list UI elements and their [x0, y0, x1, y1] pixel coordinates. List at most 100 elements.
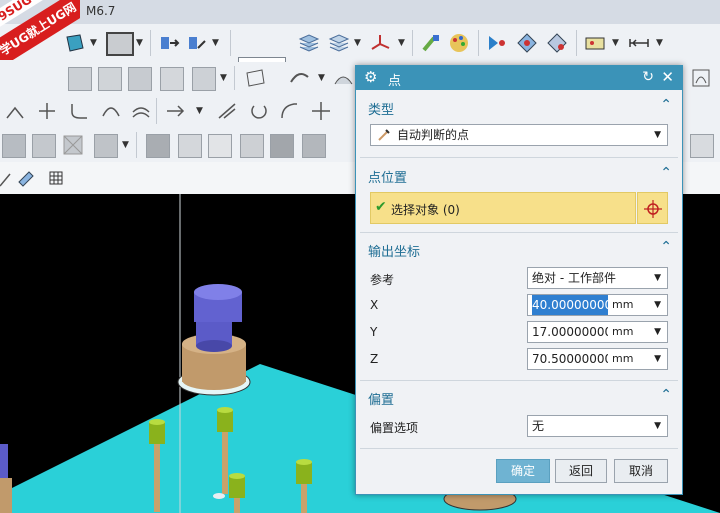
- chevron-down-icon[interactable]: ▼: [398, 38, 405, 48]
- x-input[interactable]: 40.000000000 mm ▼: [527, 294, 668, 316]
- snap-icon[interactable]: [516, 32, 538, 54]
- select-object-field[interactable]: ✔ 选择对象 (0): [370, 192, 636, 224]
- output-coordinates-header[interactable]: 输出坐标 ⌃: [356, 238, 682, 260]
- y-label: Y: [370, 325, 378, 339]
- chevron-down-icon[interactable]: ▼: [196, 106, 203, 116]
- gray-swatch-icon[interactable]: [178, 134, 202, 158]
- x-unit: mm: [612, 298, 634, 311]
- back-button[interactable]: 返回: [555, 459, 607, 483]
- feature-icon[interactable]: [98, 67, 122, 91]
- gear-icon[interactable]: ⚙: [364, 68, 377, 86]
- gray-swatch-icon[interactable]: [146, 134, 170, 158]
- bridge-icon[interactable]: [100, 100, 122, 122]
- rotate-icon[interactable]: [248, 100, 270, 122]
- type-section: 类型 ⌃: [356, 96, 682, 118]
- move-object-icon[interactable]: [158, 32, 180, 54]
- y-value: 17.000000000: [532, 325, 608, 339]
- gray-swatch-icon[interactable]: [240, 134, 264, 158]
- panel-icon[interactable]: [690, 67, 712, 89]
- trim-icon[interactable]: [36, 100, 58, 122]
- collapse-icon[interactable]: ⌃: [660, 97, 672, 113]
- edit-object-icon[interactable]: [186, 32, 208, 54]
- z-input[interactable]: 70.500000000 mm ▼: [527, 348, 668, 370]
- point-location-header[interactable]: 点位置 ⌃: [356, 164, 682, 186]
- chevron-down-icon[interactable]: ▼: [220, 73, 227, 83]
- collapse-icon[interactable]: ⌃: [660, 387, 672, 403]
- chevron-down-icon: ▼: [654, 300, 661, 310]
- reset-icon[interactable]: ↻: [642, 69, 654, 85]
- sweep-icon[interactable]: [288, 67, 310, 89]
- move-icon[interactable]: [310, 100, 332, 122]
- curve-icon[interactable]: [4, 100, 26, 122]
- feature-icon[interactable]: [68, 67, 92, 91]
- gray-swatch-icon[interactable]: [208, 134, 232, 158]
- chevron-down-icon[interactable]: ▼: [656, 38, 663, 48]
- checkmark-icon: ✔: [375, 199, 387, 215]
- brush-icon[interactable]: [420, 32, 442, 54]
- chevron-down-icon[interactable]: ▼: [90, 38, 97, 48]
- offset-curve-icon[interactable]: [130, 100, 152, 122]
- feature-icon[interactable]: [192, 67, 216, 91]
- point-constructor-button[interactable]: [637, 192, 668, 224]
- cancel-button[interactable]: 取消: [614, 459, 668, 483]
- layer-icon[interactable]: [690, 134, 714, 158]
- gray-swatch-icon[interactable]: [270, 134, 294, 158]
- gray-swatch-icon[interactable]: [94, 134, 118, 158]
- toolbar-separator: [478, 30, 479, 56]
- gray-swatch-icon[interactable]: [32, 134, 56, 158]
- feature-icon[interactable]: [160, 67, 184, 91]
- surface-icon[interactable]: [244, 67, 266, 89]
- surface-icon[interactable]: [332, 67, 354, 89]
- ruler-icon[interactable]: [628, 32, 650, 54]
- z-value: 70.500000000: [532, 352, 608, 366]
- z-label: Z: [370, 352, 379, 366]
- reference-value: 绝对 - 工作部件: [532, 271, 616, 285]
- wcs-icon[interactable]: [370, 32, 392, 54]
- chevron-down-icon: ▼: [654, 273, 661, 283]
- point-type-value: 自动判断的点: [397, 128, 470, 142]
- gray-swatch-icon[interactable]: [302, 134, 326, 158]
- x-value: 40.000000000: [532, 295, 608, 315]
- chevron-down-icon[interactable]: ▼: [212, 38, 219, 48]
- point-type-select[interactable]: 自动判断的点 ▼: [370, 124, 668, 146]
- chevron-down-icon[interactable]: ▼: [136, 38, 143, 48]
- palette-icon[interactable]: [448, 32, 470, 54]
- offset-label: 偏置: [368, 393, 395, 408]
- reference-select[interactable]: 绝对 - 工作部件 ▼: [527, 267, 668, 289]
- y-input[interactable]: 17.000000000 mm ▼: [527, 321, 668, 343]
- grid-icon[interactable]: [46, 168, 68, 190]
- gray-swatch-icon[interactable]: [2, 134, 26, 158]
- offset-option-label: 偏置选项: [370, 421, 419, 435]
- move-to-layer-icon[interactable]: [328, 32, 350, 54]
- toolbar-separator: [412, 30, 413, 56]
- offset-section: 偏置 ⌃: [356, 386, 682, 408]
- offset-option-select[interactable]: 无 ▼: [527, 415, 668, 437]
- fillet-icon[interactable]: [68, 100, 90, 122]
- selection-filter-icon[interactable]: [16, 168, 38, 190]
- z-unit: mm: [612, 352, 634, 365]
- extend-icon[interactable]: [278, 100, 300, 122]
- point-dialog: ⚙ 点 ↻ ✕ 类型 ⌃ 自动判断的点 ▼ 点位置 ⌃ ✔ 选择对象 (0) 输…: [355, 65, 683, 495]
- divide-icon[interactable]: [216, 100, 238, 122]
- collapse-icon[interactable]: ⌃: [660, 165, 672, 181]
- layer-settings-icon[interactable]: [298, 32, 320, 54]
- y-unit: mm: [612, 325, 634, 338]
- chevron-down-icon[interactable]: ▼: [318, 73, 325, 83]
- toolbar-row-1: ▼ ▼ ▼ 1▼ ▼ ▼ ▼ ▼: [0, 24, 720, 75]
- type-section-header[interactable]: 类型 ⌃: [356, 96, 682, 118]
- project-icon[interactable]: [164, 100, 186, 122]
- ok-button[interactable]: 确定: [496, 459, 550, 483]
- snap-icon[interactable]: [546, 32, 568, 54]
- color-swatch-icon[interactable]: [106, 32, 134, 56]
- chevron-down-icon[interactable]: ▼: [122, 140, 129, 150]
- measure-icon[interactable]: [584, 32, 606, 54]
- feature-icon[interactable]: [128, 67, 152, 91]
- chevron-down-icon[interactable]: ▼: [612, 38, 619, 48]
- offset-option-value: 无: [532, 419, 545, 433]
- offset-header[interactable]: 偏置 ⌃: [356, 386, 682, 408]
- xray-icon[interactable]: [62, 134, 84, 156]
- chevron-down-icon[interactable]: ▼: [354, 38, 361, 48]
- close-icon[interactable]: ✕: [661, 68, 674, 86]
- collapse-icon[interactable]: ⌃: [660, 239, 672, 255]
- snap-icon[interactable]: [486, 32, 508, 54]
